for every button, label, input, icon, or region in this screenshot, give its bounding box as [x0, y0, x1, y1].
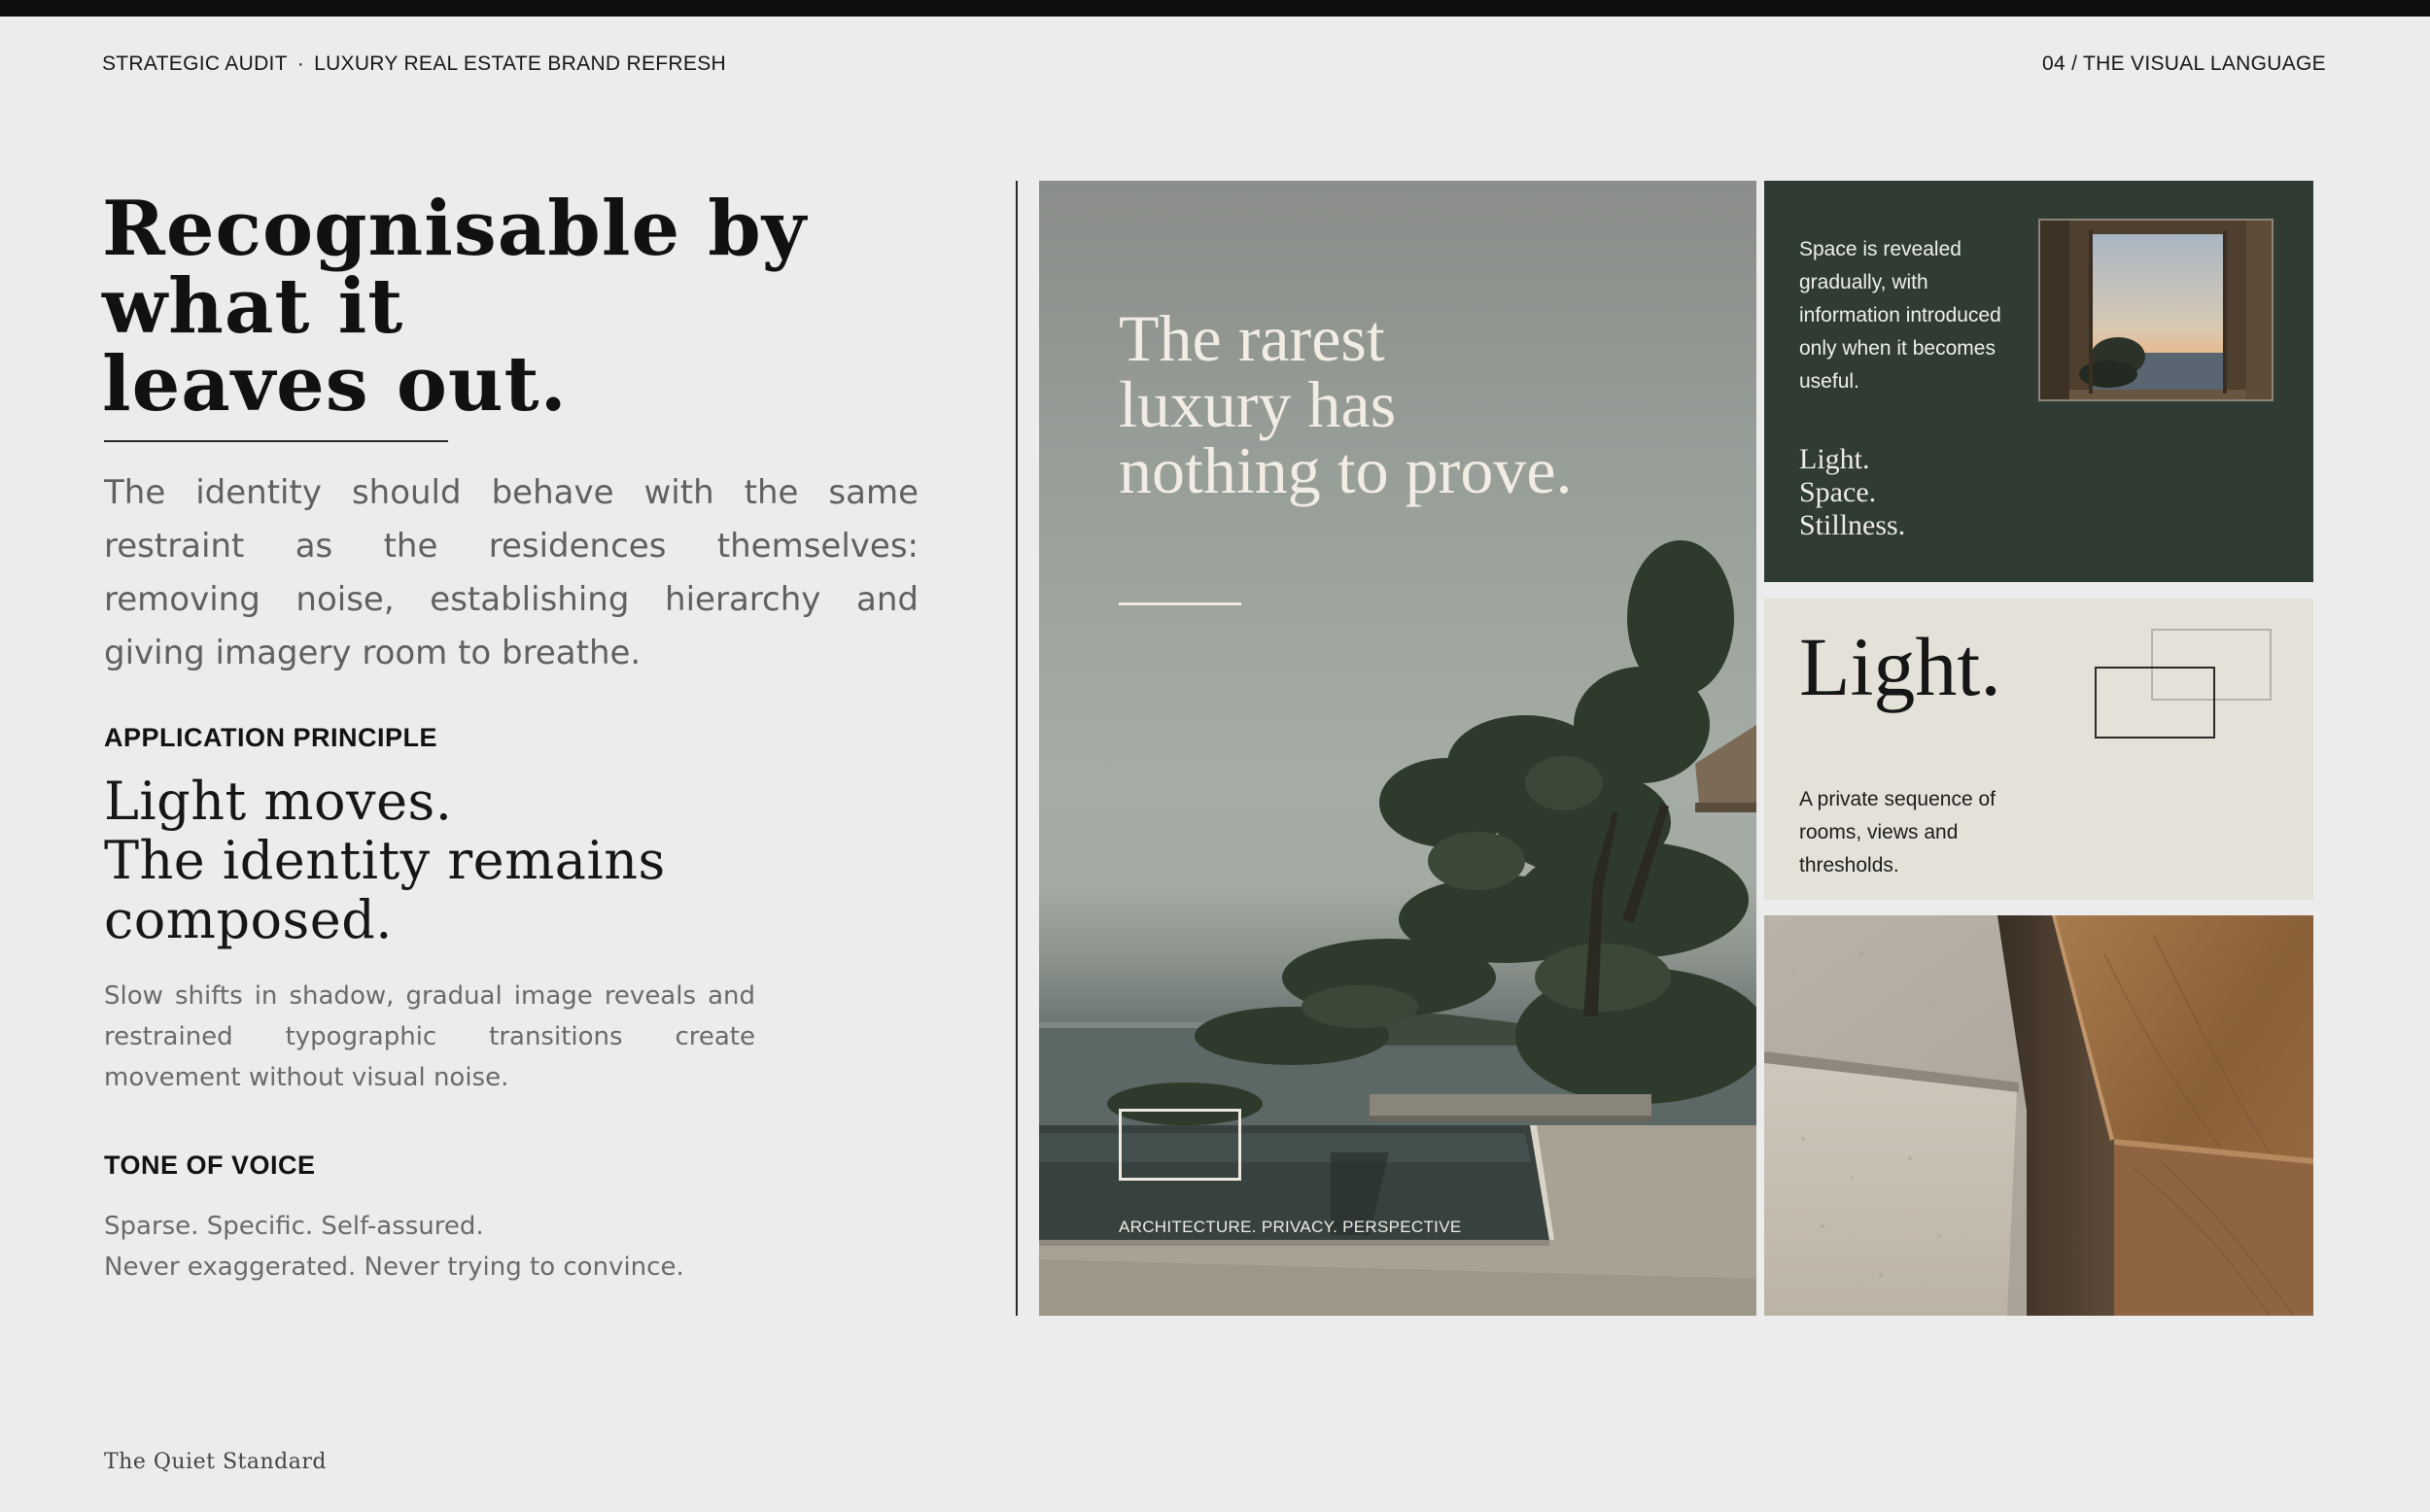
- triad-stillness: Stillness.: [1799, 509, 1906, 541]
- material-detail-image: [1764, 915, 2313, 1316]
- footer-brand: The Quiet Standard: [104, 1450, 327, 1474]
- header-left: STRATEGIC AUDIT · LUXURY REAL ESTATE BRAND…: [102, 52, 726, 76]
- triad-space: Space.: [1799, 476, 1877, 508]
- tone-line-2: Never exaggerated. Never trying to convi…: [104, 1253, 684, 1282]
- quote-line-1: The rarest: [1119, 301, 1385, 375]
- application-principle-label: APPLICATION PRINCIPLE: [104, 723, 438, 752]
- section-label: 04 / THE VISUAL LANGUAGE: [2042, 52, 2326, 75]
- image-caption: ARCHITECTURE. PRIVACY. PERSPECTIVE: [1119, 1218, 1462, 1236]
- triad-light: Light.: [1799, 443, 1870, 475]
- application-principle-statement: Light moves. The identity remains compos…: [104, 772, 959, 949]
- headline: Recognisable by what it leaves out.: [102, 190, 957, 424]
- beige-card: Light. A private sequence of rooms, view…: [1764, 599, 2313, 900]
- header-title: STRATEGIC AUDIT: [102, 52, 288, 75]
- headline-line-1: Recognisable by: [102, 185, 808, 273]
- headline-line-3: leaves out.: [102, 340, 568, 429]
- green-card: Space is revealed gradually, with inform…: [1764, 181, 2313, 582]
- principle-line-3: composed.: [104, 889, 393, 950]
- triad-words: Light. Space. Stillness.: [1799, 443, 1905, 542]
- quote-line-2: luxury has: [1119, 367, 1397, 441]
- window-view-image: [2038, 219, 2274, 401]
- tone-line-1: Sparse. Specific. Self-assured.: [104, 1212, 484, 1241]
- main-image-panel: The rarest luxury has nothing to prove. …: [1039, 181, 1756, 1316]
- headline-underline: [104, 440, 448, 442]
- header-subtitle: LUXURY REAL ESTATE BRAND REFRESH: [314, 52, 726, 75]
- quote-line-3: nothing to prove.: [1119, 433, 1573, 507]
- header-separator: ·: [296, 52, 305, 75]
- beige-card-title: Light.: [1799, 620, 2001, 713]
- vertical-divider: [1016, 181, 1018, 1316]
- tone-of-voice-label: TONE OF VOICE: [104, 1151, 316, 1180]
- hero-quote: The rarest luxury has nothing to prove.: [1119, 305, 1721, 503]
- headline-line-2: what it: [102, 262, 404, 351]
- overlap-rect-front-icon: [2095, 667, 2215, 739]
- principle-body: Slow shifts in shadow, gradual image rev…: [104, 981, 755, 1092]
- outline-frame: [1119, 1109, 1241, 1181]
- principle-line-1: Light moves.: [104, 771, 453, 832]
- green-card-text: Space is revealed gradually, with inform…: [1799, 238, 2001, 393]
- principle-line-2: The identity remains: [104, 830, 666, 891]
- beige-card-text: A private sequence of rooms, views and t…: [1799, 788, 1996, 876]
- intro-paragraph: The identity should behave with the same…: [104, 473, 919, 672]
- top-bar: [0, 0, 2430, 17]
- quote-rule: [1119, 602, 1241, 605]
- tone-of-voice-text: Sparse. Specific. Self-assured. Never ex…: [104, 1206, 901, 1288]
